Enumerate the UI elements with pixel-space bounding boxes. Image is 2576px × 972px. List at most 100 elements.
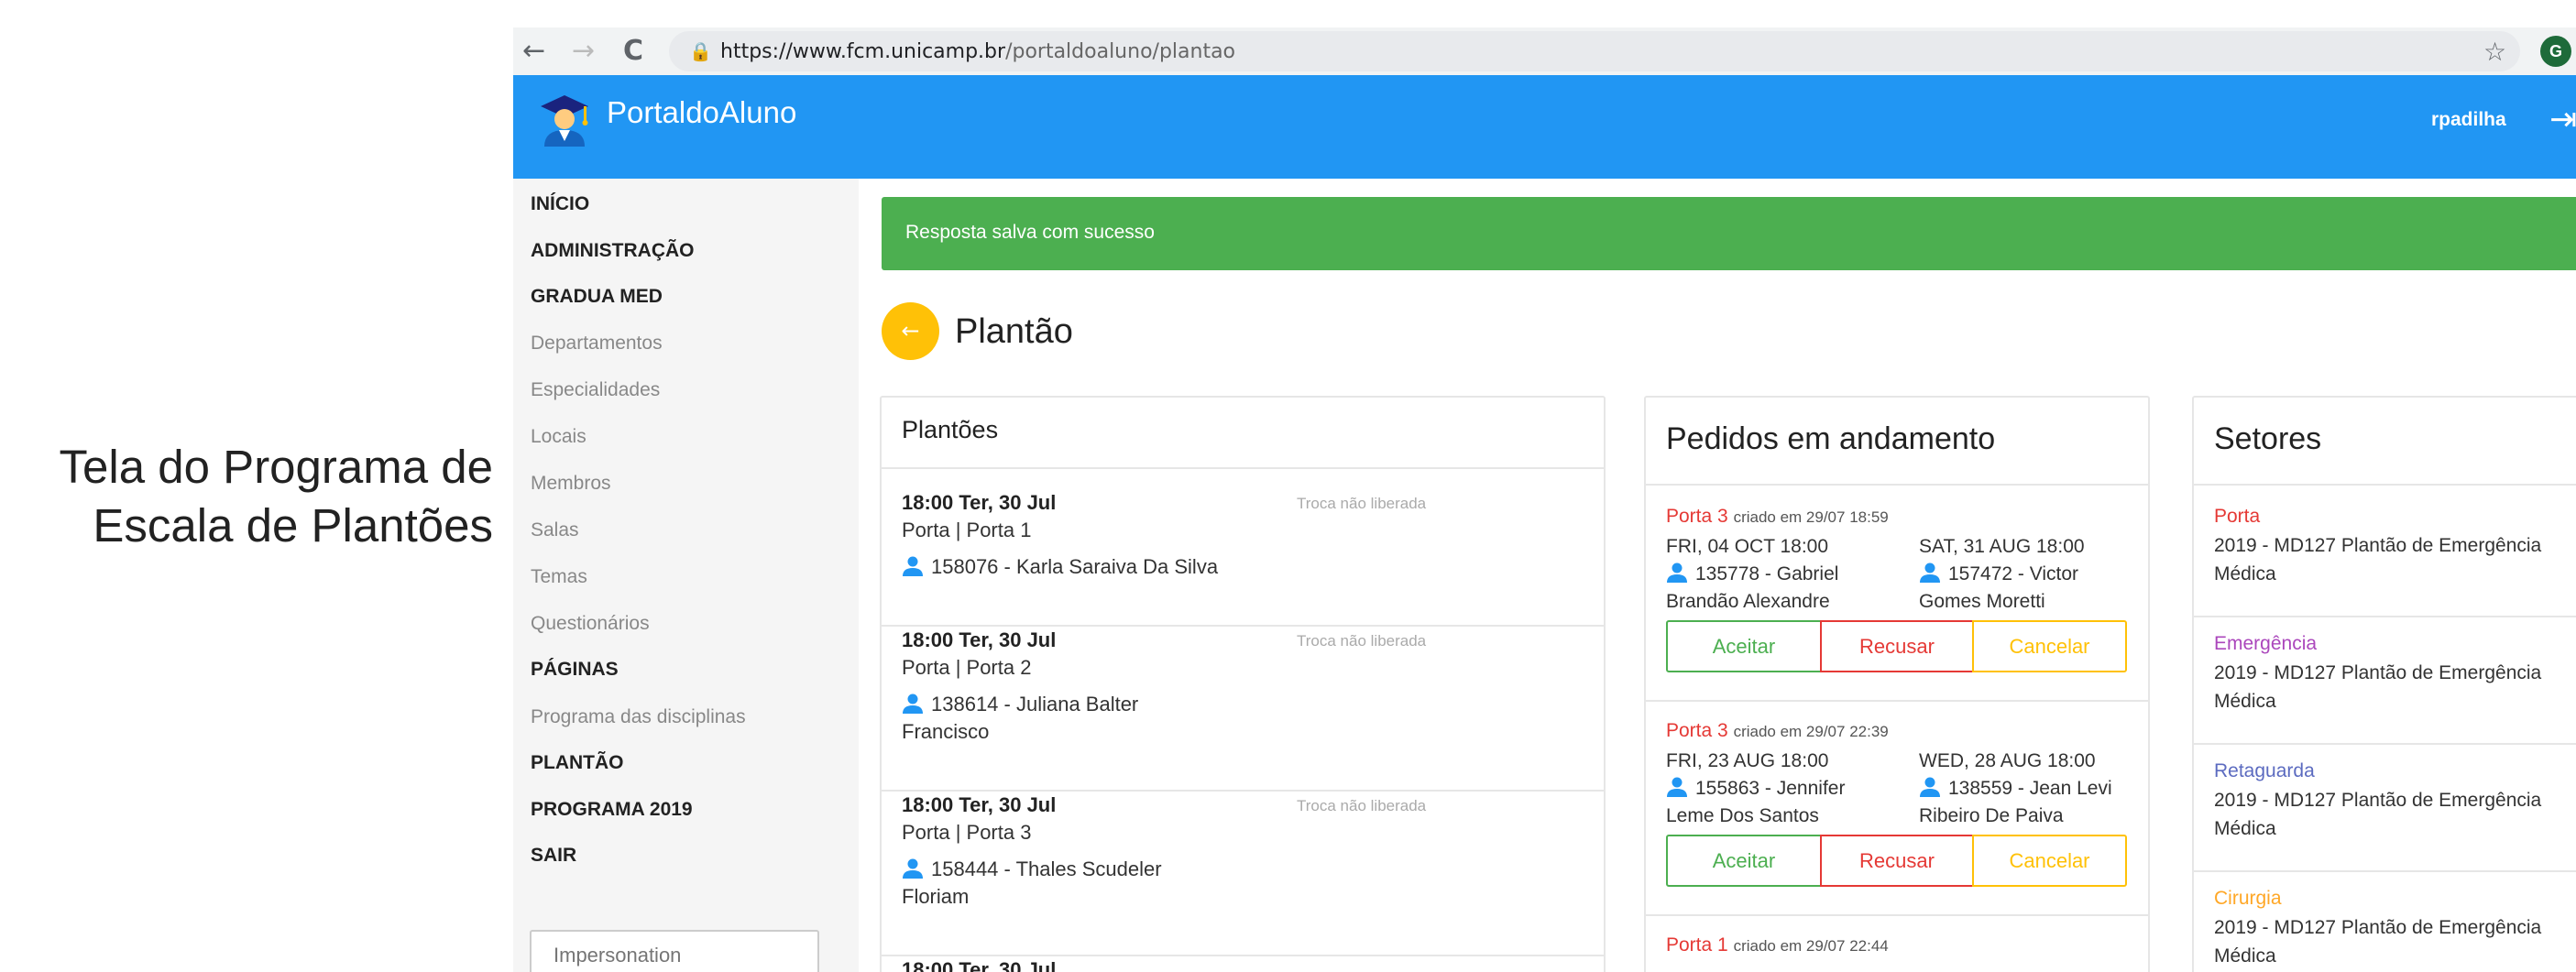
setores-card: Setores Porta 2019 - MD127 Plantão de Eme…	[2192, 396, 2576, 972]
request-date: FRI, 23 AUG 18:00	[1666, 750, 1829, 771]
profile-avatar[interactable]: G	[2540, 36, 2571, 67]
request-created: criado em 29/07 22:44	[1733, 937, 1889, 955]
setor-name[interactable]: Retaguarda	[2214, 760, 2315, 782]
request-left-shift: FRI, 04 OCT 18:00 135778 - Gabriel Brandão…	[1666, 536, 1839, 612]
person-icon	[1667, 562, 1687, 583]
sidebar-item[interactable]: INÍCIO	[531, 193, 589, 215]
sidebar-item[interactable]: PLANTÃO	[531, 752, 624, 774]
setor-name[interactable]: Cirurgia	[2214, 888, 2282, 910]
person-icon	[903, 858, 923, 879]
sidebar-item[interactable]: Programa das disciplinas	[531, 706, 746, 728]
request-date: WED, 28 AUG 18:00	[1919, 750, 2096, 771]
request-header: Porta 1 criado em 29/07 22:44	[1666, 934, 1889, 956]
sidebar-item[interactable]: PÁGINAS	[531, 659, 619, 681]
person-icon	[903, 694, 923, 714]
success-alert: Resposta salva com sucesso	[882, 197, 2576, 270]
sidebar-item[interactable]: PROGRAMA 2019	[531, 799, 693, 821]
request-person: 157472 - Victor	[1948, 563, 2079, 584]
sidebar-item[interactable]: Temas	[531, 566, 587, 588]
address-bar[interactable]: 🔒 https://www.fcm.unicamp.br/portaldoalu…	[669, 31, 2520, 71]
plantao-person[interactable]: 158076 - Karla Saraiva Da Silva	[902, 553, 1218, 581]
sidebar-item[interactable]: GRADUA MED	[531, 286, 663, 308]
back-button[interactable]: ←	[882, 302, 939, 360]
sidebar-item[interactable]: ADMINISTRAÇÃO	[531, 240, 695, 262]
setor-description: 2019 - MD127 Plantão de Emergência Médica	[2214, 917, 2542, 967]
bookmark-star-icon[interactable]: ☆	[2483, 37, 2506, 67]
reject-button[interactable]: Recusar	[1820, 620, 1974, 672]
person-icon	[1920, 777, 1940, 797]
sidebar-item[interactable]: Especialidades	[531, 379, 660, 401]
setor-description: 2019 - MD127 Plantão de Emergência Médica	[2214, 535, 2542, 584]
user-name[interactable]: rpadilha	[2431, 109, 2506, 131]
request-created: criado em 29/07 22:39	[1733, 723, 1889, 740]
plantao-person[interactable]: 158444 - Thales Scudeler Floriam	[902, 856, 1162, 911]
request-person: 135778 - Gabriel	[1695, 563, 1839, 584]
caption-line-1: Tela do Programa de	[59, 441, 493, 493]
plantao-status: Troca não liberada	[1297, 632, 1427, 650]
accept-button[interactable]: Aceitar	[1666, 620, 1822, 672]
reload-icon[interactable]: C	[623, 35, 643, 67]
setor-description: 2019 - MD127 Plantão de Emergência Médica	[2214, 790, 2542, 839]
request-header: Porta 3 criado em 29/07 22:39	[1666, 720, 1889, 742]
request-actions: Aceitar Recusar Cancelar	[1666, 835, 2127, 887]
browser-toolbar: ← → C 🔒 https://www.fcm.unicamp.br/porta…	[513, 27, 2576, 75]
request-created: criado em 29/07 18:59	[1733, 508, 1889, 526]
setor-name[interactable]: Emergência	[2214, 633, 2317, 655]
browser-screenshot: ← → C 🔒 https://www.fcm.unicamp.br/porta…	[513, 27, 2576, 972]
plantao-location: Porta | Porta 3	[902, 821, 1032, 844]
request-right-shift: SAT, 31 AUG 18:00 157472 - Victor Gomes Mo…	[1919, 536, 2085, 612]
plantao-time: 18:00 Ter, 30 Jul	[902, 628, 1057, 651]
plantao-location: Porta | Porta 1	[902, 519, 1032, 541]
slide-caption: Tela do Programa de Escala de Plantões	[18, 438, 493, 555]
alert-message: Resposta salva com sucesso	[905, 222, 1155, 243]
accept-button[interactable]: Aceitar	[1666, 835, 1822, 887]
pedidos-card: Pedidos em andamento Porta 3 criado em 2…	[1644, 396, 2150, 972]
sidebar-item[interactable]: Locais	[531, 426, 586, 448]
sidebar-item[interactable]: Membros	[531, 473, 611, 495]
request-porta: Porta 3	[1666, 720, 1728, 741]
graduate-logo-icon	[541, 95, 588, 147]
person-icon	[1920, 562, 1940, 583]
app-header: PortaldoAluno rpadilha ⇥	[513, 75, 2576, 179]
cancel-button[interactable]: Cancelar	[1972, 835, 2127, 887]
forward-arrow-icon[interactable]: →	[572, 35, 595, 67]
request-date: FRI, 04 OCT 18:00	[1666, 536, 1829, 557]
person-icon	[1667, 777, 1687, 797]
setor-description: 2019 - MD127 Plantão de Emergência Médica	[2214, 662, 2542, 712]
caption-line-2: Escala de Plantões	[93, 499, 493, 552]
logout-icon[interactable]: ⇥	[2549, 101, 2576, 138]
back-arrow-icon[interactable]: ←	[522, 35, 545, 67]
request-left-shift: FRI, 23 AUG 18:00 155863 - Jennifer Leme D…	[1666, 750, 1846, 826]
setores-title: Setores	[2214, 421, 2322, 456]
request-person: 138559 - Jean Levi	[1948, 778, 2112, 799]
sidebar-item[interactable]: Questionários	[531, 613, 650, 635]
person-icon	[903, 556, 923, 576]
request-date: SAT, 31 AUG 18:00	[1919, 536, 2085, 557]
sidebar-nav: INÍCIO ADMINISTRAÇÃO GRADUA MED Departament…	[513, 179, 859, 972]
pedidos-title: Pedidos em andamento	[1666, 421, 1996, 456]
plantao-time: 18:00 Ter, 30 Jul	[902, 793, 1057, 816]
plantao-time: 18:00 Ter, 30 Jul	[902, 491, 1057, 514]
app-title[interactable]: PortaldoAluno	[607, 95, 796, 130]
url-text: https://www.fcm.unicamp.br/portaldoaluno…	[720, 40, 1236, 63]
impersonation-input[interactable]	[530, 930, 819, 972]
request-porta: Porta 3	[1666, 506, 1728, 527]
plantao-status: Troca não liberada	[1297, 797, 1427, 814]
cancel-button[interactable]: Cancelar	[1972, 620, 2127, 672]
request-person: 155863 - Jennifer	[1695, 778, 1846, 799]
plantoes-title: Plantões	[902, 416, 999, 443]
request-right-shift: WED, 28 AUG 18:00 138559 - Jean Levi Ribei…	[1919, 750, 2112, 826]
lock-icon: 🔒	[689, 40, 712, 62]
plantao-status: Troca não liberada	[1297, 495, 1427, 512]
sidebar-item[interactable]: Departamentos	[531, 333, 663, 355]
sidebar-item[interactable]: SAIR	[531, 845, 576, 867]
plantao-person[interactable]: 138614 - Juliana Balter Francisco	[902, 691, 1138, 746]
plantoes-card: Plantões 18:00 Ter, 30 Jul Porta | Porta …	[880, 396, 1606, 972]
request-actions: Aceitar Recusar Cancelar	[1666, 620, 2127, 672]
request-header: Porta 3 criado em 29/07 18:59	[1666, 506, 1889, 528]
setor-name[interactable]: Porta	[2214, 506, 2260, 528]
request-porta: Porta 1	[1666, 934, 1728, 956]
plantao-location: Porta | Porta 2	[902, 656, 1032, 679]
sidebar-item[interactable]: Salas	[531, 519, 579, 541]
reject-button[interactable]: Recusar	[1820, 835, 1974, 887]
